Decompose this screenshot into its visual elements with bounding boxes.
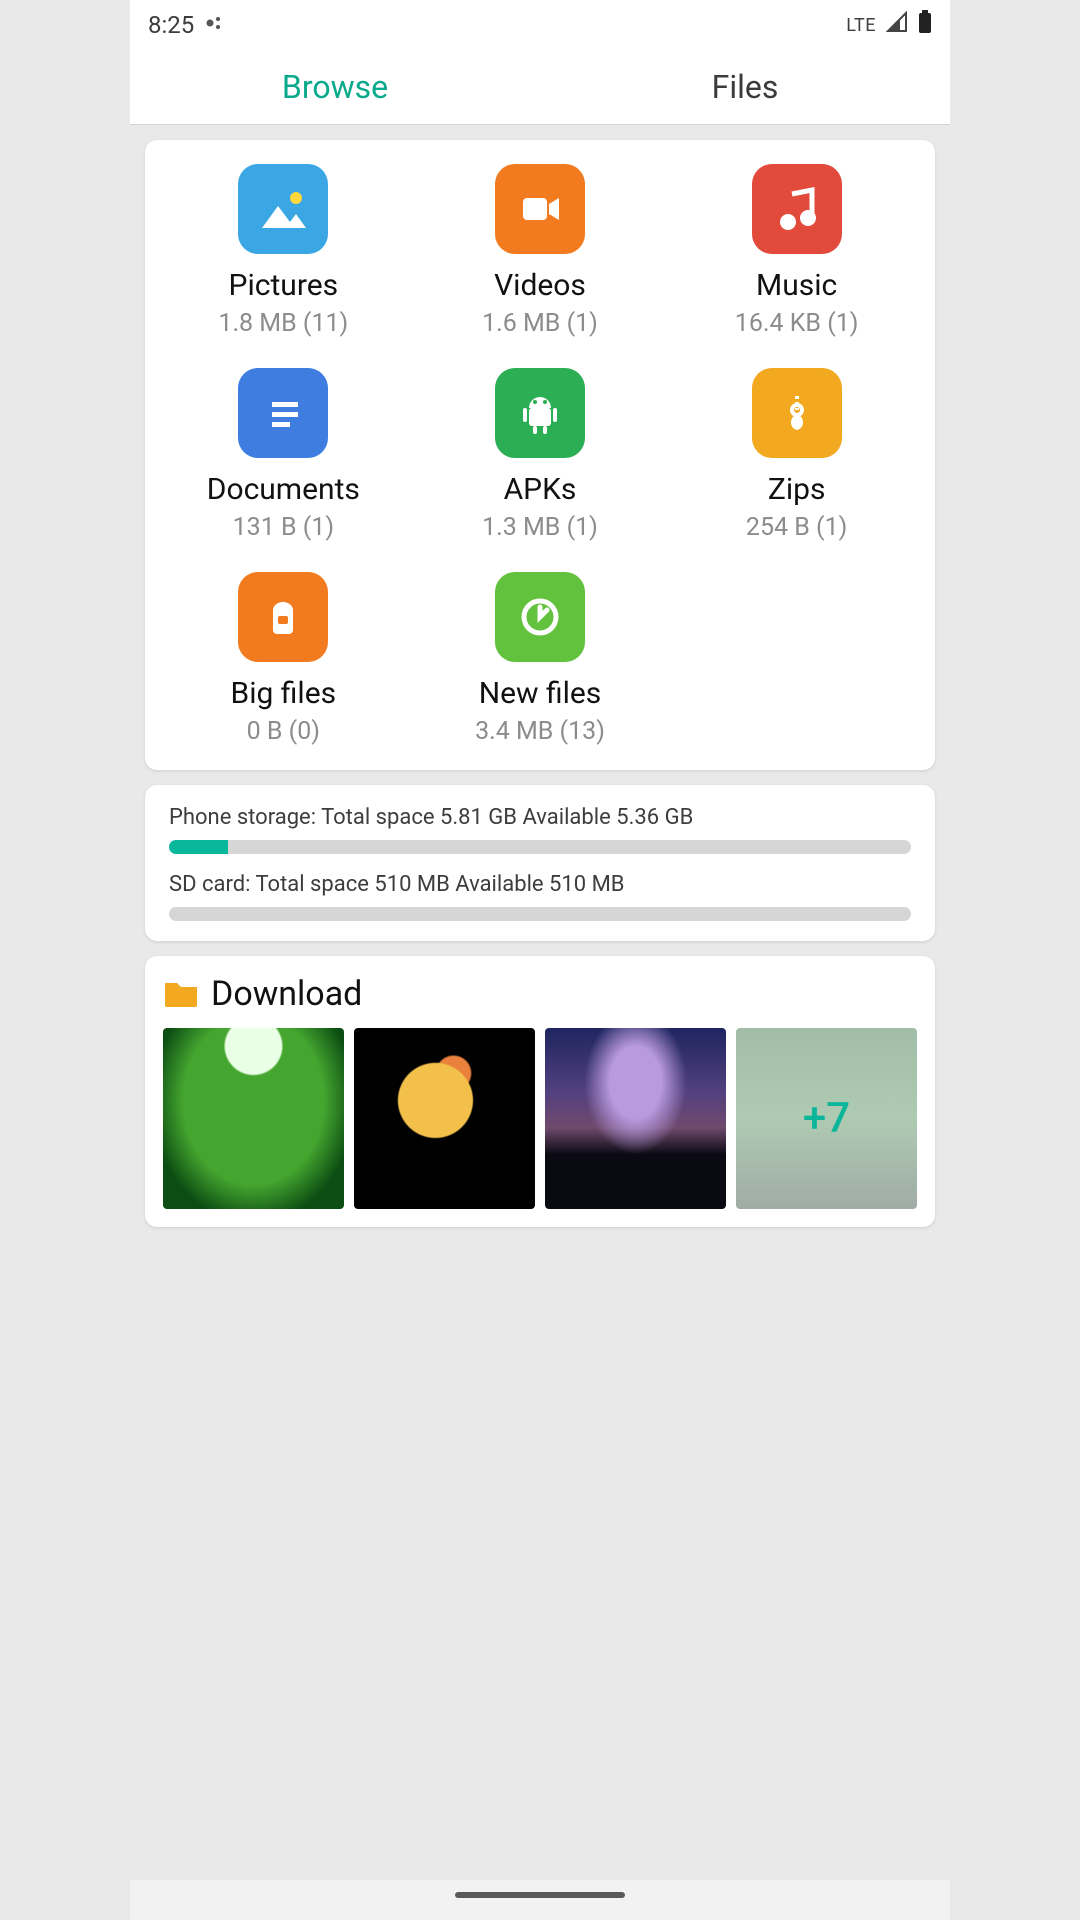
category-videos[interactable]: Videos 1.6 MB (1) bbox=[412, 164, 669, 338]
apks-icon bbox=[495, 368, 585, 458]
zips-icon bbox=[752, 368, 842, 458]
storage-card: Phone storage: Total space 5.81 GB Avail… bbox=[145, 785, 935, 941]
thumb-night[interactable] bbox=[545, 1028, 726, 1209]
battery-icon bbox=[918, 10, 932, 40]
folder-icon bbox=[163, 977, 199, 1011]
phone-storage-bar bbox=[169, 840, 911, 854]
newfiles-icon bbox=[495, 572, 585, 662]
pictures-icon bbox=[238, 164, 328, 254]
signal-icon bbox=[886, 11, 908, 39]
category-info: 1.3 MB (1) bbox=[482, 513, 598, 542]
category-newfiles[interactable]: New files 3.4 MB (13) bbox=[412, 572, 669, 746]
documents-icon bbox=[238, 368, 328, 458]
category-name: Videos bbox=[494, 268, 586, 303]
thumb-garden[interactable] bbox=[163, 1028, 344, 1209]
category-name: Documents bbox=[207, 472, 360, 507]
videos-icon bbox=[495, 164, 585, 254]
category-info: 131 B (1) bbox=[233, 513, 334, 542]
category-name: APKs bbox=[504, 472, 577, 507]
category-name: New files bbox=[479, 676, 602, 711]
tab-browse[interactable]: Browse bbox=[130, 50, 540, 124]
categories-card: Pictures 1.8 MB (11) Videos 1.6 MB (1) Music… bbox=[145, 140, 935, 770]
category-info: 0 B (0) bbox=[247, 717, 320, 746]
sd-storage-text: SD card: Total space 510 MB Available 51… bbox=[169, 872, 911, 897]
thumb-bird[interactable] bbox=[354, 1028, 535, 1209]
download-card: Download +7 bbox=[145, 956, 935, 1227]
category-info: 16.4 KB (1) bbox=[735, 309, 859, 338]
category-name: Big files bbox=[231, 676, 337, 711]
category-name: Pictures bbox=[229, 268, 339, 303]
navigation-handle[interactable] bbox=[455, 1892, 625, 1898]
category-info: 254 B (1) bbox=[746, 513, 847, 542]
category-music[interactable]: Music 16.4 KB (1) bbox=[668, 164, 925, 338]
category-info: 3.4 MB (13) bbox=[475, 717, 605, 746]
tab-files[interactable]: Files bbox=[540, 50, 950, 124]
download-header[interactable]: Download bbox=[163, 974, 917, 1014]
category-info: 1.8 MB (11) bbox=[218, 309, 348, 338]
category-name: Music bbox=[756, 268, 837, 303]
thumb-more[interactable]: +7 bbox=[736, 1028, 917, 1209]
category-pictures[interactable]: Pictures 1.8 MB (11) bbox=[155, 164, 412, 338]
category-documents[interactable]: Documents 131 B (1) bbox=[155, 368, 412, 542]
music-icon bbox=[752, 164, 842, 254]
category-apks[interactable]: APKs 1.3 MB (1) bbox=[412, 368, 669, 542]
phone-storage-text: Phone storage: Total space 5.81 GB Avail… bbox=[169, 805, 911, 830]
download-title: Download bbox=[211, 974, 362, 1014]
status-network: LTE bbox=[846, 15, 876, 36]
category-bigfiles[interactable]: Big files 0 B (0) bbox=[155, 572, 412, 746]
more-count: +7 bbox=[803, 1094, 850, 1143]
category-name: Zips bbox=[768, 472, 826, 507]
status-time: 8:25 bbox=[148, 11, 194, 39]
sd-storage[interactable]: SD card: Total space 510 MB Available 51… bbox=[169, 872, 911, 921]
top-tabs: Browse Files bbox=[130, 50, 950, 125]
phone-storage[interactable]: Phone storage: Total space 5.81 GB Avail… bbox=[169, 805, 911, 854]
status-bar: 8:25 LTE bbox=[130, 0, 950, 50]
category-info: 1.6 MB (1) bbox=[482, 309, 598, 338]
sd-storage-bar bbox=[169, 907, 911, 921]
category-zips[interactable]: Zips 254 B (1) bbox=[668, 368, 925, 542]
bigfiles-icon bbox=[238, 572, 328, 662]
assistant-icon bbox=[204, 11, 224, 39]
